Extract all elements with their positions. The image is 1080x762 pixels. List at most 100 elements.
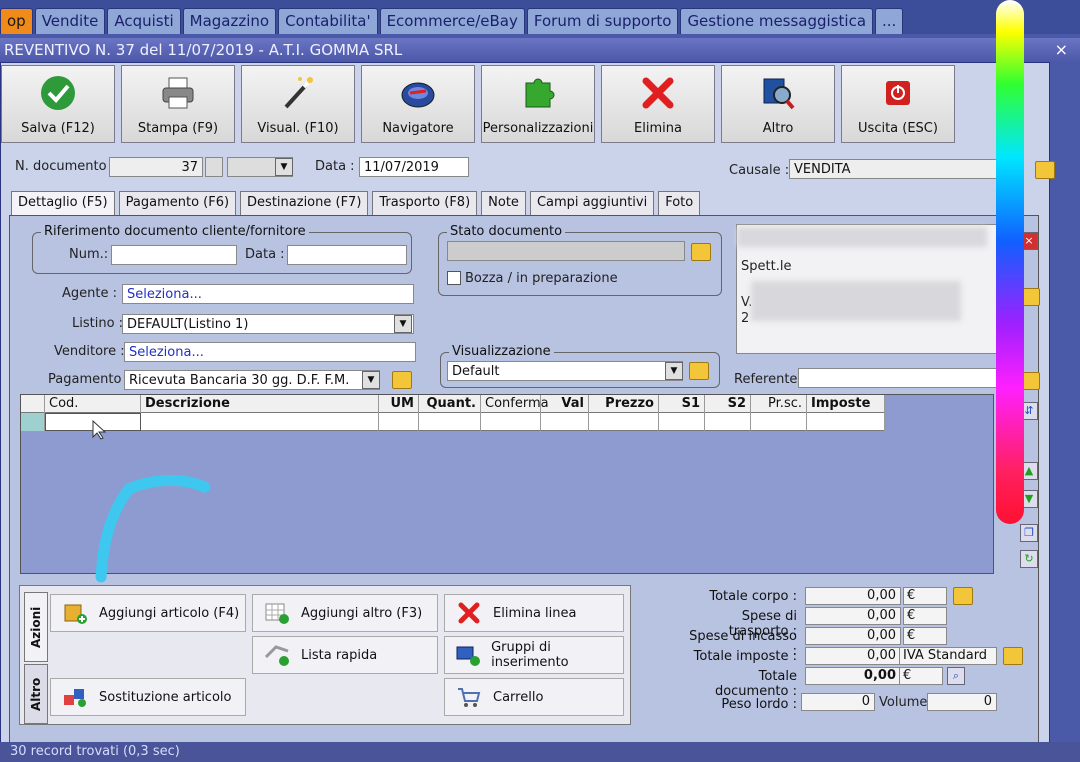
gross-weight-value[interactable]: 0 xyxy=(801,693,875,711)
grid-header-s2[interactable]: S2 xyxy=(705,395,751,413)
top-tab-forum[interactable]: Forum di supporto xyxy=(526,8,679,34)
save-button[interactable]: Salva (F12) xyxy=(1,65,115,143)
delete-button[interactable]: Elimina xyxy=(601,65,715,143)
grid-header-prsc[interactable]: Pr.sc. xyxy=(751,395,807,413)
grid-header-prezzo[interactable]: Prezzo xyxy=(589,395,659,413)
grid-cell[interactable] xyxy=(379,413,419,431)
row-selector[interactable] xyxy=(21,413,45,431)
grid-cell[interactable] xyxy=(481,413,541,431)
rif-data-field[interactable] xyxy=(287,245,407,265)
customize-button[interactable]: Personalizzazioni xyxy=(481,65,595,143)
top-tab-acquisti[interactable]: Acquisti xyxy=(107,8,181,34)
listino-select[interactable]: DEFAULT(Listino 1) xyxy=(122,314,414,334)
referente-field[interactable] xyxy=(798,368,998,388)
top-tab-messaggistica[interactable]: Gestione messaggistica xyxy=(680,8,874,34)
grid-header-conferma[interactable]: Conferma xyxy=(481,395,549,413)
other-button[interactable]: Altro xyxy=(721,65,835,143)
stato-field[interactable] xyxy=(447,241,685,261)
volume-value[interactable]: 0 xyxy=(927,693,997,711)
print-button[interactable]: Stampa (F9) xyxy=(121,65,235,143)
copy-icon[interactable]: ❐ xyxy=(1020,524,1038,542)
tab-trasporto[interactable]: Trasporto (F8) xyxy=(372,191,478,215)
puzzle-icon xyxy=(520,75,556,111)
calculator-icon[interactable]: ⌕ xyxy=(947,667,965,685)
grid-cell[interactable] xyxy=(807,413,885,431)
spett-label: Spett.le xyxy=(741,259,792,274)
doc-number-field[interactable]: 37 xyxy=(109,157,203,177)
quick-list-button[interactable]: Lista rapida xyxy=(252,636,438,674)
folder-icon[interactable] xyxy=(953,587,973,605)
table-row[interactable] xyxy=(21,413,885,431)
grid-cell[interactable] xyxy=(659,413,705,431)
chevron-down-icon[interactable]: ▼ xyxy=(394,315,412,333)
tab-azioni[interactable]: Azioni xyxy=(24,592,48,662)
folder-icon[interactable] xyxy=(392,371,412,389)
folder-icon[interactable] xyxy=(1035,161,1055,179)
preview-button[interactable]: Visual. (F10) xyxy=(241,65,355,143)
tab-destinazione[interactable]: Destinazione (F7) xyxy=(240,191,369,215)
collection-value[interactable]: 0,00 xyxy=(805,627,901,645)
replace-article-button[interactable]: Sostituzione articolo xyxy=(50,678,246,716)
tab-dettaglio[interactable]: Dettaglio (F5) xyxy=(11,191,115,215)
chevron-down-icon[interactable]: ▼ xyxy=(362,371,380,389)
visualizzazione-select[interactable]: Default xyxy=(447,361,683,381)
grid-header-descrizione[interactable]: Descrizione xyxy=(141,395,379,413)
grid-cell[interactable] xyxy=(141,413,379,431)
top-tab-more[interactable]: ... xyxy=(875,8,904,34)
top-tab-0[interactable]: op xyxy=(0,8,33,34)
doc-number-label: N. documento : xyxy=(15,159,116,174)
rif-num-field[interactable] xyxy=(111,245,237,265)
top-tab-vendite[interactable]: Vendite xyxy=(34,8,106,34)
tab-foto[interactable]: Foto xyxy=(658,191,701,215)
top-tab-contabilita[interactable]: Contabilita' xyxy=(278,8,378,34)
exit-button[interactable]: Uscita (ESC) xyxy=(841,65,955,143)
doc-total-currency: € xyxy=(899,667,943,685)
customize-button-label: Personalizzazioni xyxy=(482,121,594,136)
date-field[interactable]: 11/07/2019 xyxy=(359,157,469,177)
venditore-label: Venditore : xyxy=(54,344,125,359)
shipping-currency: € xyxy=(903,607,947,625)
add-article-button[interactable]: Aggiungi articolo (F4) xyxy=(50,594,246,632)
pagamento-select[interactable]: Ricevuta Bancaria 30 gg. D.F. F.M. xyxy=(124,370,380,390)
grid-header-imposte[interactable]: Imposte xyxy=(807,395,885,413)
refresh-icon[interactable]: ↻ xyxy=(1020,550,1038,568)
folder-icon[interactable] xyxy=(691,243,711,261)
grid-header-cod[interactable]: Cod. xyxy=(45,395,141,413)
top-tab-ecommerce[interactable]: Ecommerce/eBay xyxy=(379,8,525,34)
window-title: REVENTIVO N. 37 del 11/07/2019 - A.T.I. … xyxy=(0,38,1080,62)
close-icon[interactable]: × xyxy=(1055,40,1068,59)
grid-header-s1[interactable]: S1 xyxy=(659,395,705,413)
tab-note[interactable]: Note xyxy=(481,191,526,215)
tab-altro[interactable]: Altro xyxy=(24,664,48,724)
doc-suffix-field[interactable] xyxy=(205,157,223,177)
stato-title: Stato documento xyxy=(447,224,566,239)
bozza-checkbox[interactable] xyxy=(447,271,461,285)
chevron-down-icon[interactable]: ▼ xyxy=(665,362,683,380)
insert-groups-button[interactable]: Gruppi di inserimento xyxy=(444,636,624,674)
color-picker-bar[interactable] xyxy=(996,0,1024,524)
navigator-button[interactable]: Navigatore xyxy=(361,65,475,143)
top-tab-magazzino[interactable]: Magazzino xyxy=(182,8,277,34)
chevron-down-icon[interactable]: ▼ xyxy=(275,158,293,176)
grid-cell[interactable] xyxy=(751,413,807,431)
magic-wand-icon xyxy=(280,75,316,111)
grid-cell[interactable] xyxy=(419,413,481,431)
tab-campi-aggiuntivi[interactable]: Campi aggiuntivi xyxy=(529,191,655,215)
shipping-value[interactable]: 0,00 xyxy=(805,607,901,625)
grid-header-val[interactable]: Val xyxy=(541,395,589,413)
grid-cell[interactable] xyxy=(705,413,751,431)
grid-header: Cod. Descrizione UM Quant. Conferma Val … xyxy=(21,395,885,413)
folder-icon[interactable] xyxy=(689,362,709,380)
venditore-field[interactable]: Seleziona... xyxy=(124,342,416,362)
causale-field[interactable]: VENDITA xyxy=(789,159,999,179)
add-other-button[interactable]: Aggiungi altro (F3) xyxy=(252,594,438,632)
cart-button[interactable]: Carrello xyxy=(444,678,624,716)
tab-pagamento[interactable]: Pagamento (F6) xyxy=(118,191,237,215)
grid-cell[interactable] xyxy=(541,413,589,431)
agente-field[interactable]: Seleziona... xyxy=(122,284,414,304)
delete-line-button[interactable]: Elimina linea xyxy=(444,594,624,632)
grid-header-um[interactable]: UM xyxy=(379,395,419,413)
grid-header-quant[interactable]: Quant. xyxy=(419,395,481,413)
grid-cell[interactable] xyxy=(589,413,659,431)
folder-icon[interactable] xyxy=(1003,647,1023,665)
